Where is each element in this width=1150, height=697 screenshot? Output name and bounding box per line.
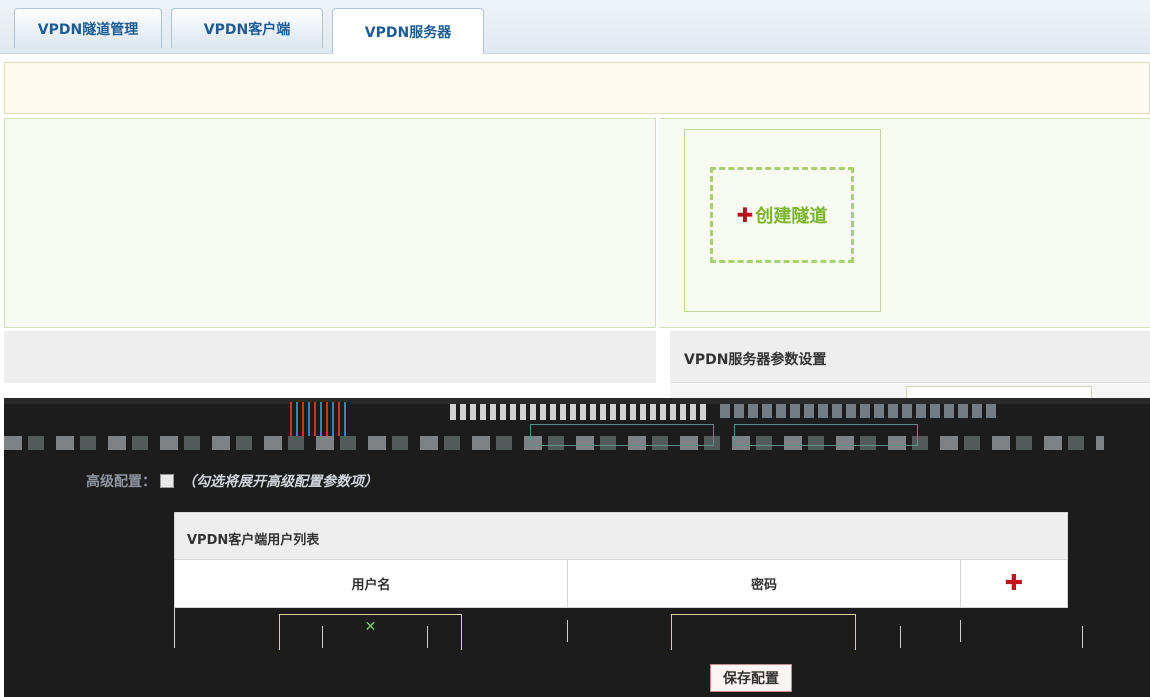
column-header-password: 密码	[567, 560, 961, 608]
tab-vpdn-server[interactable]: VPDN服务器	[332, 8, 484, 54]
param-input-box[interactable]	[530, 424, 714, 446]
render-artifact-text	[720, 404, 1000, 418]
row-divider	[960, 620, 961, 642]
panel-header-left	[4, 331, 656, 383]
tab-vpdn-tunnel-management[interactable]: VPDN隧道管理	[14, 8, 162, 48]
field-icon: ✕	[364, 619, 377, 635]
param-input-box[interactable]	[734, 424, 918, 446]
table-row-divider	[174, 608, 175, 648]
row-divider	[1082, 626, 1083, 648]
save-config-button[interactable]: 保存配置	[710, 664, 792, 692]
password-input[interactable]	[671, 614, 856, 650]
create-tunnel-button[interactable]: ✚ 创建隧道	[710, 167, 854, 263]
render-artifact-text	[450, 404, 710, 420]
server-settings-title: VPDN服务器参数设置	[670, 331, 1150, 383]
add-user-icon[interactable]: ✚	[960, 560, 1068, 608]
username-input[interactable]: ✕	[279, 614, 462, 650]
column-header-username: 用户名	[174, 560, 568, 608]
row-divider	[427, 626, 428, 648]
row-divider	[567, 620, 568, 642]
plus-icon: ✚	[736, 203, 754, 227]
row-divider	[900, 626, 901, 648]
advanced-config-row: 高级配置： （勾选将展开高级配置参数项）	[86, 470, 378, 492]
user-list-title: VPDN客户端用户列表	[174, 512, 1068, 560]
create-tunnel-label: 创建隧道	[755, 206, 828, 227]
row-divider	[322, 626, 323, 648]
notice-strip	[4, 62, 1150, 114]
advanced-config-checkbox[interactable]	[160, 474, 174, 488]
render-artifact-bars	[290, 402, 350, 436]
tab-vpdn-client[interactable]: VPDN客户端	[171, 8, 323, 48]
advanced-config-hint: （勾选将展开高级配置参数项）	[182, 474, 378, 490]
advanced-config-label: 高级配置：	[86, 474, 156, 490]
tunnel-list-area	[4, 118, 656, 328]
